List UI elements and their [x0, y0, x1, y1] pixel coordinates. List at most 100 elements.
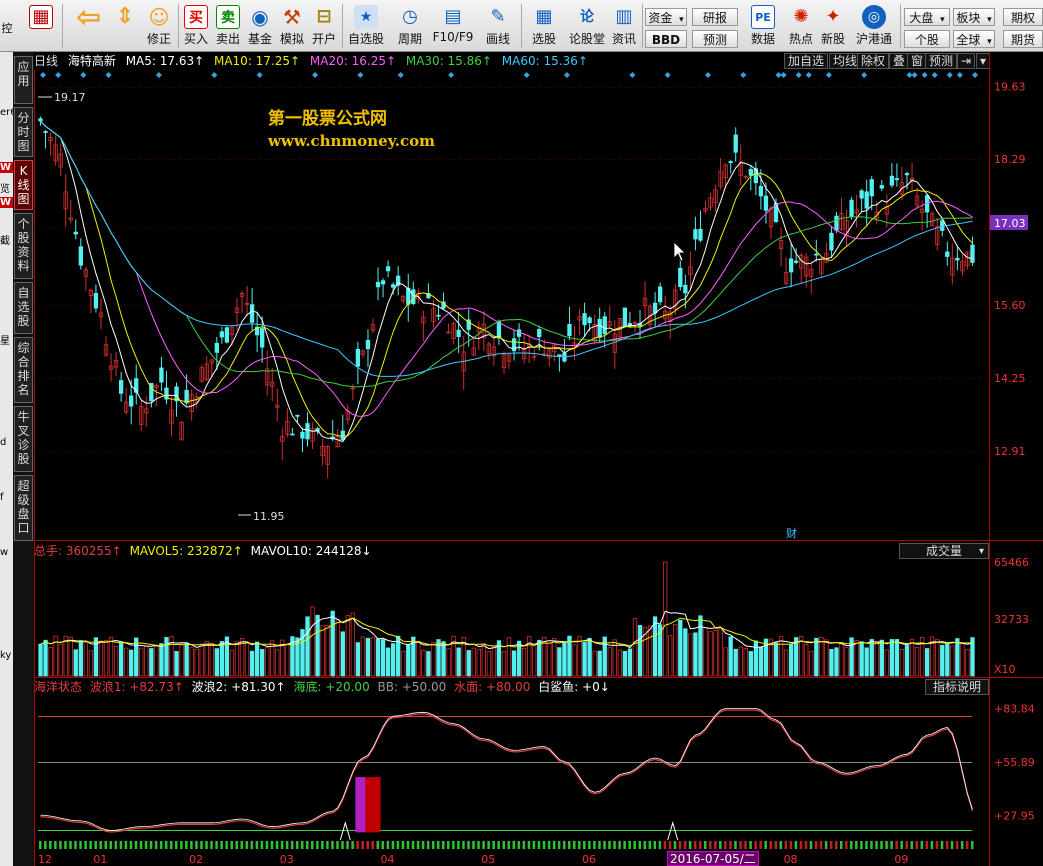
overlay-button[interactable]: 叠: [889, 53, 910, 69]
candle-body: [637, 323, 643, 327]
window-button[interactable]: 窗: [907, 53, 928, 69]
volume-bar: [426, 651, 431, 677]
watchlist-button[interactable]: ★ 自选股: [345, 3, 387, 49]
candle-body: [184, 389, 189, 404]
forum-button[interactable]: 论 论股堂: [567, 3, 607, 49]
volume-indicator-select[interactable]: 成交量: [899, 543, 989, 559]
wave1-value: 波浪1: +82.73↑: [89, 680, 184, 694]
moving-average-lines: [40, 120, 973, 443]
tab-profile[interactable]: 个股资料: [14, 213, 33, 279]
event-diamond-icon: [861, 72, 868, 78]
back-button[interactable]: ⇦: [70, 3, 106, 49]
candle-body: [673, 289, 678, 310]
candle-body: [869, 179, 874, 197]
pick-stock-button[interactable]: ▦ 选股: [524, 3, 564, 49]
volume-bar: [290, 636, 295, 677]
options-button[interactable]: 期权: [1003, 8, 1043, 26]
candle-body: [320, 445, 325, 457]
candle-body: [270, 381, 275, 387]
draw-button[interactable]: ✎ 画线: [478, 3, 518, 49]
tab-ranking[interactable]: 综合排名: [14, 337, 33, 403]
state-bar: [935, 841, 939, 849]
state-bar: [834, 841, 838, 849]
forecast-toggle-button[interactable]: 预测: [925, 53, 958, 69]
global-dropdown[interactable]: 全球: [953, 30, 995, 48]
hammer-icon: ⚒: [283, 5, 301, 29]
candle-body: [108, 365, 114, 370]
finance-marker[interactable]: 财: [786, 526, 797, 540]
volume-bar: [134, 637, 139, 677]
volume-bar: [567, 635, 572, 677]
state-bar: [739, 841, 742, 849]
volume-bar: [698, 615, 703, 677]
volume-bar: [899, 649, 905, 677]
volume-bar: [174, 651, 179, 677]
volume-bar: [521, 647, 527, 677]
bbd-button[interactable]: BBD: [645, 30, 687, 48]
open-account-button[interactable]: ⊟ 开户: [309, 3, 339, 49]
tab-watchlist[interactable]: 自选股: [14, 282, 33, 334]
up-down-button[interactable]: ⇕: [110, 3, 140, 49]
state-bar: [346, 841, 349, 849]
candle-body: [350, 387, 356, 390]
candle-body: [950, 257, 955, 276]
data-button[interactable]: PE 数据: [744, 3, 782, 49]
simulate-button[interactable]: ⚒ 模拟: [277, 3, 307, 49]
capital-dropdown[interactable]: 资金: [645, 8, 687, 26]
candle-body: [567, 323, 572, 337]
state-bar: [154, 841, 158, 849]
add-watchlist-button[interactable]: 加自选: [784, 53, 829, 69]
mouse-cursor-icon: [673, 241, 686, 262]
header-menu-button[interactable]: ▾: [976, 53, 990, 69]
state-bar: [220, 841, 223, 849]
volume-bar: [441, 641, 446, 677]
candle-body: [758, 185, 764, 197]
volume-bar: [819, 636, 824, 677]
tab-order-book[interactable]: 超级盘口: [14, 475, 33, 541]
correct-button[interactable]: ☺ 修正: [143, 3, 175, 49]
ma20-value: MA20: 16.25↑: [309, 54, 397, 68]
f10-button[interactable]: ▤ F10/F9: [432, 3, 474, 49]
indicator-help-button[interactable]: 指标说明: [925, 679, 990, 695]
research-button[interactable]: 研报: [692, 8, 738, 26]
stock-button[interactable]: 个股: [904, 30, 950, 48]
tab-diagnosis[interactable]: 牛叉诊股: [14, 406, 33, 472]
tab-kline[interactable]: K线图: [14, 160, 33, 210]
sector-dropdown[interactable]: 板块: [953, 8, 995, 26]
ipo-button[interactable]: ✦ 新股: [818, 3, 848, 49]
news-button[interactable]: ▥ 资讯: [609, 3, 639, 49]
state-bar: [190, 841, 193, 849]
volume-bar: [527, 635, 532, 677]
price-tick-label: 14.25: [994, 372, 1026, 385]
event-diamond-icon: [312, 72, 319, 78]
forecast-button[interactable]: 预测: [692, 30, 738, 48]
state-bar: [265, 841, 269, 849]
candle-body: [461, 351, 466, 372]
market-dropdown[interactable]: 大盘: [904, 8, 950, 26]
hot-button[interactable]: ✺ 热点: [786, 3, 816, 49]
state-bar: [54, 841, 57, 849]
fund-button[interactable]: ◉ 基金: [245, 3, 275, 49]
sell-button[interactable]: 卖 卖出: [213, 3, 243, 49]
pin-icon[interactable]: ⇥: [957, 53, 975, 69]
pen-icon: ✎: [490, 6, 506, 27]
ex-rights-button[interactable]: 除权: [857, 53, 890, 69]
state-bar: [588, 841, 591, 849]
tab-intraday[interactable]: 分时图: [14, 107, 33, 157]
state-bar: [396, 841, 400, 849]
all-windows-button[interactable]: ▦: [24, 3, 58, 49]
buy-button[interactable]: 买 买入: [181, 3, 211, 49]
volume-bar: [572, 644, 577, 677]
period-button[interactable]: ◷ 周期: [390, 3, 430, 49]
volume-bar: [406, 644, 411, 677]
hk-connect-button[interactable]: ◎ 沪港通: [852, 3, 896, 49]
desktop-fragment: er6: [0, 107, 13, 118]
candle-body: [723, 164, 728, 179]
indicator-header: 海洋状态 波浪1: +82.73↑ 波浪2: +81.30↑ 海底: +20.0…: [34, 679, 614, 695]
volume-bar: [194, 648, 199, 677]
candle-body: [441, 301, 446, 309]
state-bar: [109, 841, 113, 849]
futures-button[interactable]: 期货: [1003, 30, 1043, 48]
kline-chart[interactable]: 19.6318.2915.6014.2512.91 6546632733X10 …: [0, 0, 1043, 866]
tab-apps[interactable]: 应用: [14, 56, 33, 104]
